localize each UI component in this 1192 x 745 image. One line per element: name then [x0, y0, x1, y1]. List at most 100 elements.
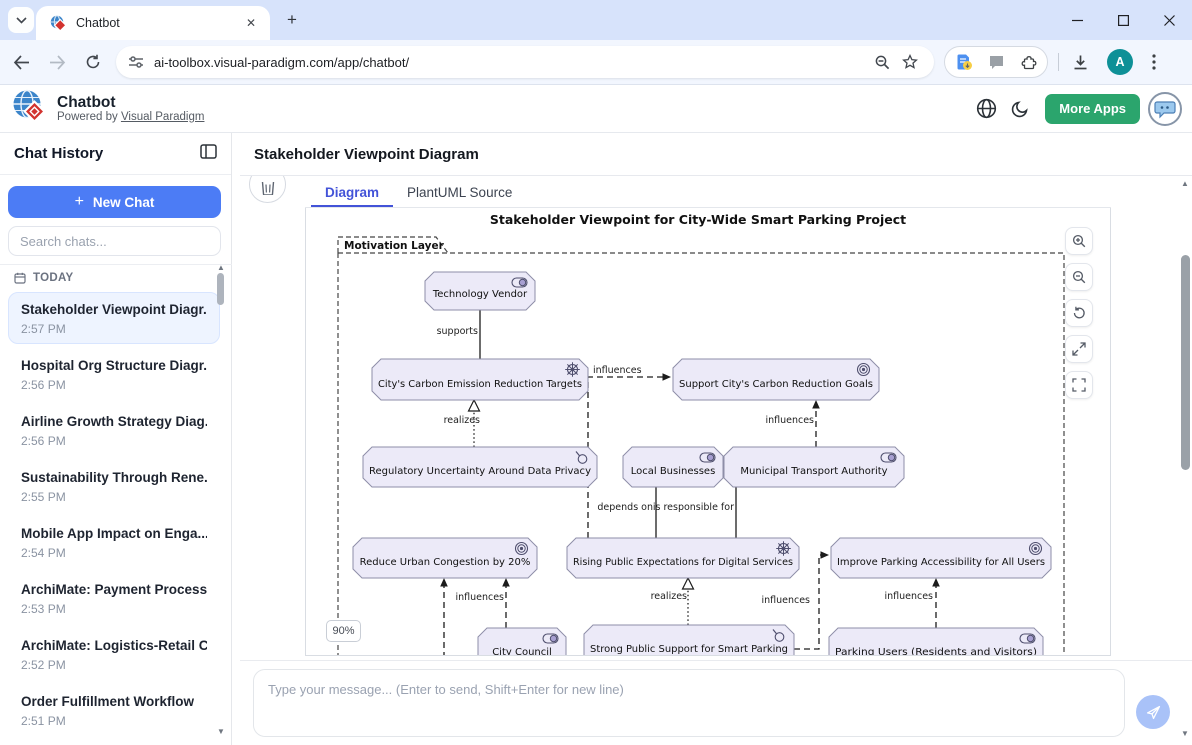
minimize-icon	[1072, 15, 1083, 26]
forward-button[interactable]	[42, 47, 72, 77]
app-logo	[10, 87, 48, 130]
dark-mode-button[interactable]	[1003, 92, 1037, 126]
send-button[interactable]	[1136, 695, 1170, 729]
back-button[interactable]	[6, 47, 36, 77]
chat-item[interactable]: Airline Growth Strategy Diag...2:56 PM	[8, 404, 220, 456]
bookmark-star-button[interactable]	[898, 50, 922, 74]
language-button[interactable]	[969, 92, 1003, 126]
chat-item[interactable]: Sustainability Through Rene...2:55 PM	[8, 460, 220, 512]
arrowhead	[663, 373, 672, 381]
main-content: Stakeholder Viewpoint Diagram Diagram Pl…	[240, 133, 1192, 745]
chat-list: Stakeholder Viewpoint Diagr...2:57 PMHos…	[0, 290, 228, 745]
chat-item[interactable]: Mobile App Impact on Enga...2:54 PM	[8, 516, 220, 568]
composer	[240, 660, 1192, 745]
extensions-button[interactable]	[1017, 51, 1039, 73]
downloads-button[interactable]	[1065, 47, 1095, 77]
fullscreen-button[interactable]	[1065, 371, 1093, 399]
main-scroll-up-arrow[interactable]: ▲	[1178, 179, 1192, 188]
driver-icon	[776, 541, 791, 556]
diagram-node-parking_access: Improve Parking Accessibility for All Us…	[831, 538, 1051, 578]
group-label: Motivation Layer	[344, 240, 445, 252]
browser-menu-button[interactable]	[1139, 47, 1169, 77]
chat-item[interactable]: ArchiMate: Payment Process ... 2:53 PM	[8, 572, 220, 624]
reload-button[interactable]	[78, 47, 108, 77]
edge-label: influences	[884, 591, 933, 602]
chat-item-title: Stakeholder Viewpoint Diagr...	[21, 301, 207, 318]
tab-diagram[interactable]: Diagram	[311, 180, 393, 207]
tab-close-icon[interactable]: ✕	[242, 14, 260, 32]
chat-item-time: 2:56 PM	[21, 377, 207, 393]
edge-label: realizes	[651, 591, 687, 602]
tab-plantuml-source[interactable]: PlantUML Source	[393, 180, 526, 207]
sidebar-scrollbar-thumb[interactable]	[217, 273, 224, 305]
browser-tab-strip: Chatbot ✕ +	[0, 0, 1192, 40]
reset-view-button[interactable]	[1065, 299, 1093, 327]
profile-avatar[interactable]: A	[1107, 49, 1133, 75]
visual-paradigm-link[interactable]: Visual Paradigm	[121, 111, 205, 123]
tab-title: Chatbot	[76, 16, 242, 30]
page-title: Stakeholder Viewpoint Diagram	[254, 146, 479, 163]
edge-label: influences	[455, 592, 504, 603]
diagram-node-congestion: Reduce Urban Congestion by 20%	[353, 538, 537, 578]
puzzle-icon	[1020, 54, 1037, 71]
zoom-in-button[interactable]	[1065, 227, 1093, 255]
search-input[interactable]	[8, 226, 221, 256]
edge-label: influences	[765, 415, 814, 426]
trash-icon	[260, 182, 276, 195]
kebab-menu-icon	[1152, 54, 1156, 70]
chevron-down-icon	[16, 17, 27, 24]
zoom-out-button[interactable]	[1065, 263, 1093, 291]
chat-item-time: 2:53 PM	[21, 601, 207, 617]
chat-item-time: 2:56 PM	[21, 433, 207, 449]
svg-text:Strong Public Support for Smar: Strong Public Support for Smart Parking	[590, 644, 788, 655]
send-paper-plane-icon	[1145, 704, 1162, 721]
chat-item[interactable]: Hospital Org Structure Diagr...2:56 PM	[8, 348, 220, 400]
arrowhead	[932, 578, 940, 587]
diagram-node-local_biz: Local Businesses	[623, 447, 723, 487]
fullscreen-brackets-icon	[1072, 378, 1086, 392]
new-chat-button[interactable]: + New Chat	[8, 186, 221, 218]
collapse-sidebar-button[interactable]	[200, 144, 217, 164]
zoom-out-magnifier-icon	[875, 55, 890, 70]
reading-list-button[interactable]	[953, 51, 975, 73]
edge-label: is responsible for	[653, 502, 734, 513]
chat-item[interactable]: ArchiMate: Logistics-Retail C...2:52 PM	[8, 628, 220, 680]
chat-widget-button[interactable]	[1148, 92, 1182, 126]
chat-item-title: ArchiMate: Payment Process ...	[21, 581, 207, 598]
comment-button[interactable]	[985, 51, 1007, 73]
chat-item[interactable]: Order Fulfillment Workflow2:51 PM	[8, 684, 220, 736]
arrowhead	[440, 578, 448, 587]
tab-search-chevron-button[interactable]	[8, 7, 34, 33]
sidebar-scroll-down-arrow[interactable]: ▼	[214, 727, 228, 736]
browser-tab[interactable]: Chatbot ✕	[36, 6, 270, 40]
close-icon	[1164, 15, 1175, 26]
zoom-indicator-button[interactable]	[870, 50, 894, 74]
chat-item-time: 2:52 PM	[21, 657, 207, 673]
main-scrollbar-thumb[interactable]	[1181, 255, 1190, 470]
diagram-node-public_support: Strong Public Support for Smart Parking	[584, 625, 794, 656]
main-scroll-down-arrow[interactable]: ▼	[1178, 729, 1192, 738]
chat-scroll-area: Diagram PlantUML Source Stakeholder View…	[240, 176, 1180, 660]
diagram-title: Stakeholder Viewpoint for City-Wide Smar…	[490, 212, 906, 227]
expand-button[interactable]	[1065, 335, 1093, 363]
plus-icon: +	[75, 193, 84, 211]
more-apps-button[interactable]: More Apps	[1045, 94, 1140, 124]
download-icon	[1072, 54, 1089, 71]
diagram-card: Diagram PlantUML Source Stakeholder View…	[305, 180, 1111, 656]
diagram-node-transport_auth: Municipal Transport Authority	[724, 447, 904, 487]
diagram-canvas[interactable]: Stakeholder Viewpoint for City-Wide Smar…	[305, 208, 1111, 656]
window-close-button[interactable]	[1146, 0, 1192, 40]
new-tab-button[interactable]: +	[280, 8, 304, 32]
chat-item-time: 2:51 PM	[21, 713, 207, 729]
svg-text:Improve Parking Accessibility: Improve Parking Accessibility for All Us…	[837, 557, 1045, 568]
reset-rotate-icon	[1072, 306, 1086, 320]
window-maximize-button[interactable]	[1100, 0, 1146, 40]
sidebar-scroll-up-arrow[interactable]: ▲	[214, 263, 228, 272]
message-input[interactable]	[254, 670, 1124, 736]
url-bar[interactable]: ai-toolbox.visual-paradigm.com/app/chatb…	[116, 46, 934, 78]
chat-item-time: 2:55 PM	[21, 489, 207, 505]
document-download-icon	[955, 53, 973, 71]
chat-item[interactable]: Stakeholder Viewpoint Diagr...2:57 PM	[8, 292, 220, 344]
star-icon	[902, 54, 918, 70]
window-minimize-button[interactable]	[1054, 0, 1100, 40]
